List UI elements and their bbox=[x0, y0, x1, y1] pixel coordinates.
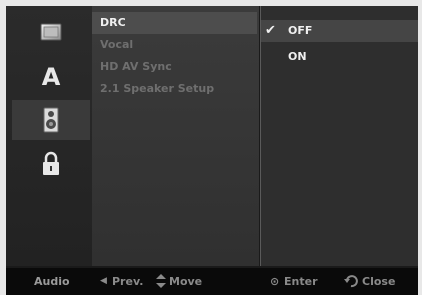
category-lock[interactable] bbox=[12, 144, 90, 184]
option-off[interactable]: ✔ OFF bbox=[261, 20, 418, 42]
svg-text:A: A bbox=[42, 63, 61, 89]
move-label: Move bbox=[169, 275, 203, 288]
enter-label: Enter bbox=[284, 275, 318, 288]
menu-item-drc[interactable]: DRC bbox=[92, 12, 257, 34]
enter-icon: ⊙ bbox=[270, 275, 280, 288]
option-label: ON bbox=[288, 50, 307, 63]
up-down-arrows-icon bbox=[156, 274, 166, 291]
speaker-icon bbox=[43, 107, 59, 133]
menu-item-hd-av-sync[interactable]: HD AV Sync bbox=[92, 56, 257, 78]
category-language[interactable]: A bbox=[12, 56, 90, 96]
category-column: A bbox=[6, 6, 92, 266]
disc-icon bbox=[40, 23, 62, 41]
option-label: OFF bbox=[288, 24, 313, 37]
setup-menu-screen: A DRC Vocal HD AV Sync 2.1 Speaker Setup bbox=[6, 6, 418, 295]
menu-item-speaker-setup[interactable]: 2.1 Speaker Setup bbox=[92, 78, 257, 100]
prev-label: Prev. bbox=[112, 275, 144, 288]
category-disc[interactable] bbox=[12, 12, 90, 52]
return-icon bbox=[344, 274, 358, 291]
category-audio[interactable] bbox=[12, 100, 90, 140]
menu-column: DRC Vocal HD AV Sync 2.1 Speaker Setup bbox=[92, 6, 259, 266]
option-on[interactable]: ON bbox=[261, 46, 418, 68]
section-label: Audio bbox=[34, 275, 70, 288]
close-label: Close bbox=[362, 275, 396, 288]
language-icon: A bbox=[42, 63, 61, 89]
lock-icon bbox=[43, 151, 59, 175]
menu-item-vocal[interactable]: Vocal bbox=[92, 34, 257, 56]
prev-icon: ◀ bbox=[100, 276, 107, 286]
option-column: ✔ OFF ON bbox=[260, 6, 418, 266]
bottom-bar: Audio ◀ Prev. Move ⊙ Enter Close bbox=[6, 268, 418, 295]
checkmark-icon: ✔ bbox=[265, 23, 276, 38]
